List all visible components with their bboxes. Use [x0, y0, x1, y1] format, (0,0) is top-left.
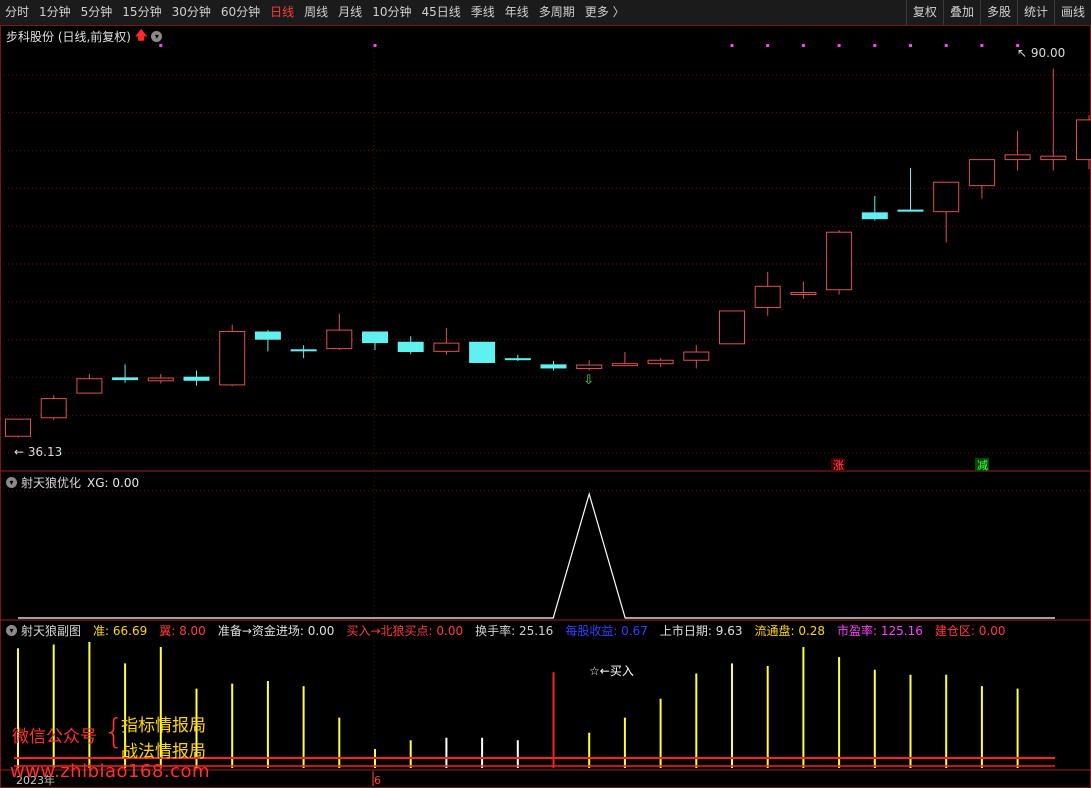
indicator1-xg: XG: 0.00 — [87, 475, 140, 490]
period-tab-6[interactable]: 日线 — [265, 0, 299, 25]
chart-frame — [0, 25, 1091, 788]
candle-body-up — [826, 231, 853, 291]
candle-body-up — [147, 377, 174, 382]
candle-body-down — [504, 358, 531, 361]
indicator1-header: ▾ 射天狼优化 XG: 0.00 — [6, 474, 139, 491]
toolbar-button-4[interactable]: 画线 — [1053, 0, 1091, 25]
chevron-down-icon[interactable]: ▾ — [151, 31, 163, 42]
indicator2-item-9: 建仓区: 0.00 — [934, 624, 1006, 638]
up-arrow-icon: 🡅 — [135, 28, 148, 42]
candle-body-down — [897, 209, 924, 212]
indicator2-title[interactable]: 射天狼副图 — [21, 622, 81, 639]
watermark-url: www.zhibiao168.com — [10, 761, 211, 782]
candle-body-down — [254, 331, 281, 340]
candle-body-down — [861, 212, 888, 220]
candle-body-up — [968, 159, 995, 187]
top-signal-dot — [373, 44, 377, 47]
indicator2-item-7: 流通盘: 0.28 — [754, 624, 826, 638]
indicator2-item-6: 上市日期: 9.63 — [659, 624, 743, 638]
high-price-label: ↖ 90.00 — [1017, 46, 1065, 60]
indicator2-item-0: 准: 66.69 — [93, 624, 148, 638]
chevron-down-icon[interactable]: ▾ — [6, 477, 17, 488]
low-price-label: ← 36.13 — [14, 445, 62, 459]
top-signal-dot — [944, 44, 948, 47]
candle-body-down — [290, 349, 317, 352]
candle-body-up — [647, 359, 674, 365]
indicator2-item-8: 市盈率: 125.16 — [837, 624, 923, 638]
top-signal-dot — [873, 44, 877, 47]
indicator2-item-1: 翼: 8.00 — [159, 624, 206, 638]
zhang-badge: 涨 — [833, 459, 844, 472]
toolbar-button-1[interactable]: 叠加 — [942, 0, 980, 25]
top-signal-dot — [801, 44, 805, 47]
top-signal-dot — [730, 44, 734, 47]
down-arrow-icon: ⇩ — [583, 373, 594, 388]
toolbar-button-0[interactable]: 复权 — [905, 0, 943, 25]
kline-chart[interactable]: ↖ 90.00← 36.13⇩涨 减☆←买入2023年 6 — [0, 25, 1091, 788]
period-tab-5[interactable]: 60分钟 — [216, 0, 265, 25]
buy-label: ☆←买入 — [589, 664, 634, 678]
candle-body-down — [540, 364, 567, 369]
watermark-wechat: 微信公众号 — [12, 727, 97, 747]
candle-body-up — [683, 351, 710, 361]
indicator2-item-4: 换手率: 25.16 — [475, 624, 554, 638]
indicator2-item-3: 买入→北狼买点: 0.00 — [346, 624, 464, 638]
candle-body-up — [790, 291, 817, 296]
candle-body-up — [1040, 155, 1067, 161]
indicator2-item-5: 每股收益: 0.67 — [565, 624, 648, 638]
period-tabs: 分时 1分钟 5分钟 15分钟 30分钟 60分钟 日线 周线 月线 10分钟 45日线 季线 年线 多周… — [0, 0, 630, 25]
period-tab-4[interactable]: 30分钟 — [167, 0, 216, 25]
chevron-down-icon[interactable]: ▾ — [6, 625, 17, 636]
toolbar-right-buttons: 复权 叠加 多股 统计 画线 — [905, 0, 1091, 25]
candle-body-down — [469, 341, 496, 363]
candle-body-up — [1004, 154, 1031, 161]
jian-badge: 减 — [977, 459, 988, 472]
candle-body-down — [112, 377, 139, 381]
top-signal-dot — [909, 44, 912, 47]
toolbar-button-3[interactable]: 统计 — [1016, 0, 1054, 25]
candle-body-up — [40, 398, 67, 419]
candle-body-up — [933, 181, 960, 213]
top-signal-dot — [980, 44, 984, 47]
period-tab-13[interactable]: 多周期 — [534, 0, 580, 25]
candle-body-up — [76, 378, 103, 394]
candle-body-up — [754, 285, 781, 309]
candle-body-up — [219, 330, 246, 386]
period-tab-14[interactable]: 更多 〉 — [580, 0, 630, 25]
indicator1-title[interactable]: 射天狼优化 — [21, 474, 81, 491]
candle-body-up — [326, 329, 353, 350]
candle-body-up — [1076, 119, 1091, 161]
period-tab-12[interactable]: 年线 — [500, 0, 534, 25]
candle-body-up — [576, 364, 603, 369]
period-tab-9[interactable]: 10分钟 — [367, 0, 416, 25]
toolbar-button-2[interactable]: 多股 — [979, 0, 1017, 25]
period-tab-0[interactable]: 分时 — [0, 0, 34, 25]
candle-body-up — [433, 342, 460, 352]
xg-signal-line — [18, 491, 1055, 619]
period-tab-10[interactable]: 45日线 — [416, 0, 465, 25]
period-tab-3[interactable]: 15分钟 — [117, 0, 166, 25]
main-panel-header: 步科股份 (日线,前复权) 🡅 ▾ — [6, 26, 166, 47]
period-tab-7[interactable]: 周线 — [299, 0, 333, 25]
period-tab-2[interactable]: 5分钟 — [76, 0, 118, 25]
period-tab-11[interactable]: 季线 — [466, 0, 500, 25]
candle-body-up — [611, 363, 638, 367]
month-label: 6 — [374, 774, 381, 787]
stock-title[interactable]: 步科股份 (日线,前复权) — [6, 28, 131, 45]
candle-body-down — [362, 331, 388, 344]
candle-body-up — [719, 310, 745, 345]
candle-body-down — [397, 341, 424, 353]
period-tab-1[interactable]: 1分钟 — [34, 0, 76, 25]
candle-body-down — [183, 376, 210, 381]
indicator2-header: ▾ 射天狼副图 准: 66.69 翼: 8.00 准备→资金进场: 0.00 买入→北… — [6, 622, 1011, 639]
top-signal-dot — [766, 44, 770, 47]
indicator2-item-2: 准备→资金进场: 0.00 — [217, 624, 335, 638]
period-tab-8[interactable]: 月线 — [333, 0, 367, 25]
watermark-line2: 指标情报局 — [121, 716, 206, 736]
top-signal-dot — [837, 44, 841, 47]
candle-body-up — [5, 418, 31, 437]
watermark-line3: 战法情报局 — [121, 742, 206, 762]
period-toolbar: 分时 1分钟 5分钟 15分钟 30分钟 60分钟 日线 周线 月线 10分钟 45日线 季线 年线 多周… — [0, 0, 1091, 26]
